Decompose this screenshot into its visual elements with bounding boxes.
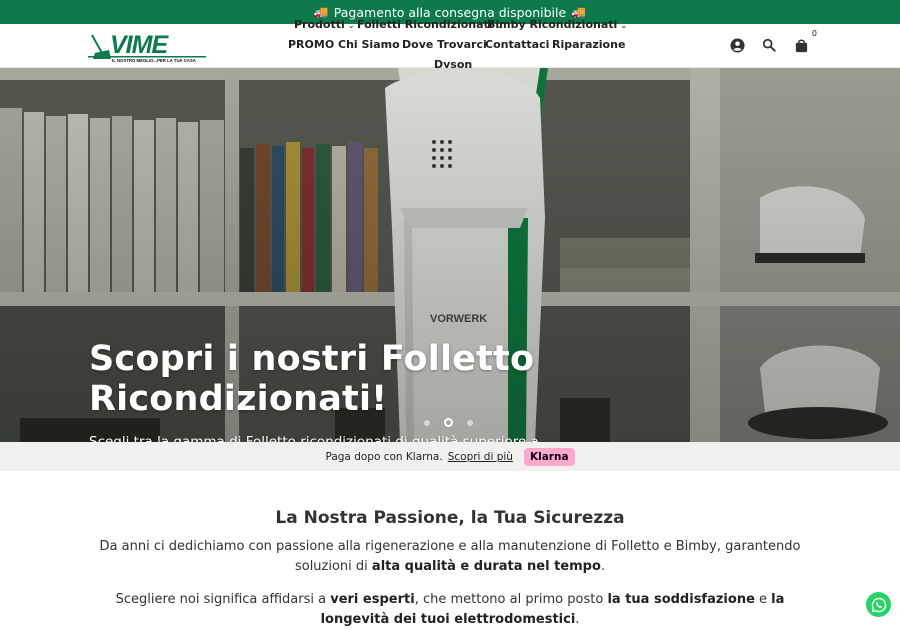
klarna-badge: Klarna: [523, 447, 575, 466]
nav-item-riparazione[interactable]: Riparazione: [552, 38, 625, 51]
klarna-banner: Paga dopo con Klarna. Scopri di più Klar…: [0, 442, 900, 471]
whatsapp-icon: [871, 597, 886, 612]
intro-paragraph-2: Scegliere noi significa affidarsi a veri…: [115, 592, 785, 627]
klarna-text: Paga dopo con Klarna.: [325, 450, 443, 463]
hero-subtitle: Scegli tra la gamma di Folletto ricondiz…: [89, 434, 539, 442]
whatsapp-chat-button[interactable]: [866, 592, 891, 617]
klarna-learn-more-link[interactable]: Scopri di più: [448, 451, 513, 463]
delivery-truck-icon: 🚚: [313, 5, 329, 19]
nav-item-chi-siamo[interactable]: Chi Siamo: [338, 38, 400, 51]
nav-item-contattaci[interactable]: Contattaci: [485, 38, 549, 51]
section-title: La Nostra Passione, la Tua Sicurezza: [275, 508, 625, 528]
hero-slideshow[interactable]: VORWERK Scopri i nostri Folletto Ricondi…: [0, 68, 900, 442]
cart-count: 0: [811, 29, 817, 38]
delivery-truck-icon: 🚚: [571, 5, 587, 19]
nav-item-promo[interactable]: PROMO: [288, 38, 334, 51]
hero-title: Scopri i nostri Folletto Ricondizionati!: [89, 339, 535, 419]
cart-icon[interactable]: 0: [792, 29, 817, 54]
slide-dot-2[interactable]: [444, 418, 453, 427]
slide-dot-1[interactable]: [424, 419, 430, 426]
account-icon[interactable]: [728, 36, 746, 54]
header-actions: 0: [728, 29, 817, 54]
nav-item-bimby-ricondizionati[interactable]: Bimby Ricondizionati ⌄: [487, 18, 627, 31]
slide-indicators: [424, 418, 473, 427]
chevron-down-icon: ⌄: [347, 21, 355, 30]
site-header: VIME IL NOSTRO MEGLIO...PER LA TUA CASA …: [0, 18, 900, 71]
nav-item-dove-trovarci[interactable]: Dove Trovarci: [402, 38, 487, 51]
intro-paragraph-1: Da anni ci dedichiamo con passione alla …: [99, 539, 801, 574]
nav-item-folletti-ricondizionati[interactable]: Folletti Ricondizionati ⌄: [357, 18, 502, 31]
slide-dot-3[interactable]: [467, 419, 473, 426]
nav-item-prodotti[interactable]: Prodotti ⌄: [294, 18, 354, 31]
search-icon[interactable]: [760, 36, 778, 54]
chevron-down-icon: ⌄: [620, 21, 628, 30]
